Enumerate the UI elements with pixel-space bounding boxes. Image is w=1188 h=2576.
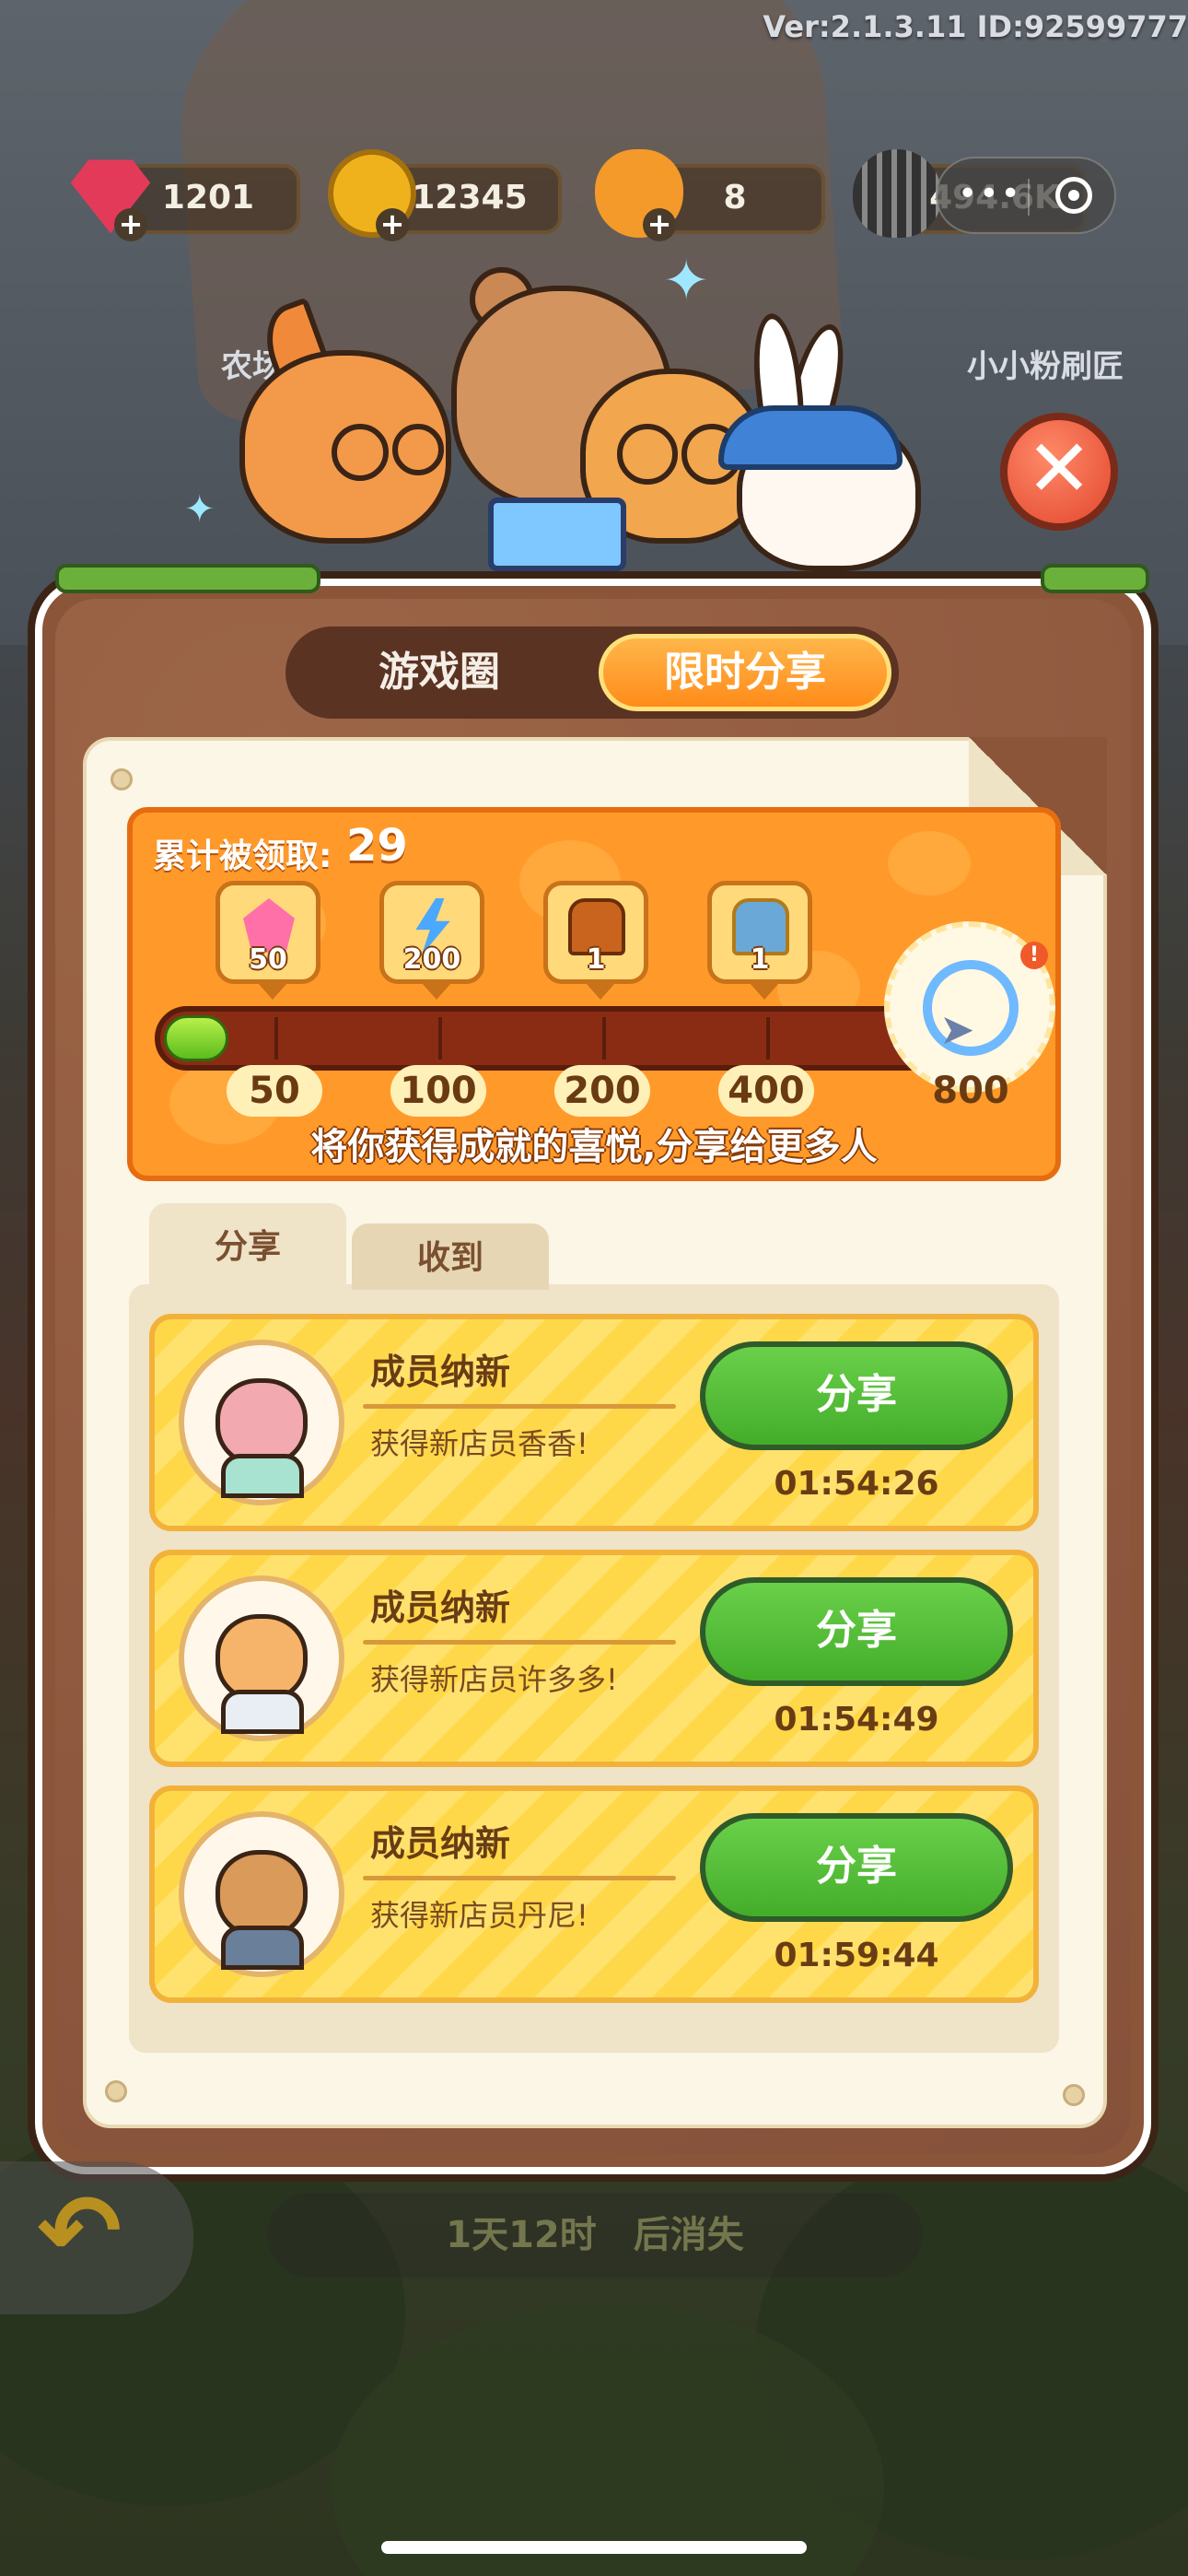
alert-badge: !: [1020, 942, 1048, 969]
countdown-timer: 01:59:44: [774, 1937, 939, 1974]
main-tabs: 游戏圈 限时分享: [285, 626, 899, 719]
progress-subtitle: 将你获得成就的喜悦,分享给更多人: [310, 1126, 878, 1168]
hamster-avatar: [179, 1575, 344, 1741]
more-icon[interactable]: •••: [958, 175, 1022, 213]
item-title: 成员纳新: [370, 1823, 511, 1864]
countdown-timer: 01:54:49: [774, 1701, 939, 1739]
version-text: Ver:2.1.3.11 ID:92599777: [763, 9, 1188, 44]
back-button[interactable]: ↶: [0, 2161, 193, 2314]
characters-illustration: ✦ ✦: [184, 249, 958, 590]
item-title: 成员纳新: [370, 1352, 511, 1392]
countdown-timer: 01:54:26: [774, 1465, 939, 1503]
gem-counter[interactable]: + 1201: [70, 159, 300, 241]
bee-value: 8: [723, 179, 747, 217]
bee-counter[interactable]: + 8: [595, 149, 825, 241]
banner-right-text: 小小粉刷匠: [967, 348, 1124, 385]
share-button[interactable]: 分享: [700, 1577, 1013, 1686]
reward-pink-gem[interactable]: 50: [215, 881, 320, 1000]
tab-game-circle[interactable]: 游戏圈: [293, 634, 586, 711]
sparkle-icon: ✦: [184, 488, 215, 531]
list-item: 成员纳新 获得新店员许多多! 分享 01:54:49: [149, 1550, 1039, 1767]
reward-lightning[interactable]: 200: [379, 881, 484, 1000]
coin-counter[interactable]: + 12345: [328, 149, 562, 241]
total-claimed-label: 累计被领取:: [153, 837, 332, 875]
pig-avatar: [179, 1340, 344, 1505]
item-description: 获得新店员香香!: [370, 1426, 588, 1461]
progress-fill: [164, 1015, 228, 1061]
milestone-label: 400: [718, 1065, 814, 1117]
subtab-received[interactable]: 收到: [352, 1224, 549, 1290]
back-arrow-icon: ↶: [37, 2172, 122, 2290]
close-miniprogram-icon[interactable]: [1055, 177, 1092, 214]
list-item: 成员纳新 获得新店员香香! 分享 01:54:26: [149, 1314, 1039, 1531]
subtab-share[interactable]: 分享: [149, 1203, 346, 1290]
list-item: 成员纳新 获得新店员丹尼! 分享 01:59:44: [149, 1786, 1039, 2003]
total-claimed-value: 29: [346, 820, 408, 872]
coin-value: 12345: [412, 179, 528, 217]
progress-track: [155, 1006, 939, 1071]
reward-wood-chest[interactable]: 1: [543, 881, 648, 1000]
miniprogram-capsule[interactable]: •••: [936, 157, 1116, 234]
expire-notice: 1天12时 后消失: [267, 2193, 923, 2277]
close-button[interactable]: ✕: [1000, 413, 1118, 531]
milestone-label: 100: [390, 1065, 486, 1117]
home-indicator[interactable]: [381, 2541, 807, 2554]
gem-value: 1201: [161, 179, 255, 217]
bulb-hamster-avatar: [179, 1811, 344, 1977]
milestone-label: 800: [932, 1070, 1009, 1112]
item-description: 获得新店员丹尼!: [370, 1898, 588, 1933]
share-button[interactable]: 分享: [700, 1813, 1013, 1922]
paper-plane-icon: ➤: [939, 1004, 975, 1054]
milestone-label: 200: [554, 1065, 650, 1117]
tab-limited-share[interactable]: 限时分享: [599, 634, 891, 711]
sparkle-icon: ✦: [663, 249, 710, 313]
share-button[interactable]: 分享: [700, 1341, 1013, 1450]
item-description: 获得新店员许多多!: [370, 1662, 618, 1697]
milestone-label: 50: [227, 1065, 322, 1117]
item-title: 成员纳新: [370, 1587, 511, 1628]
reward-blue-chest[interactable]: 1: [707, 881, 812, 1000]
